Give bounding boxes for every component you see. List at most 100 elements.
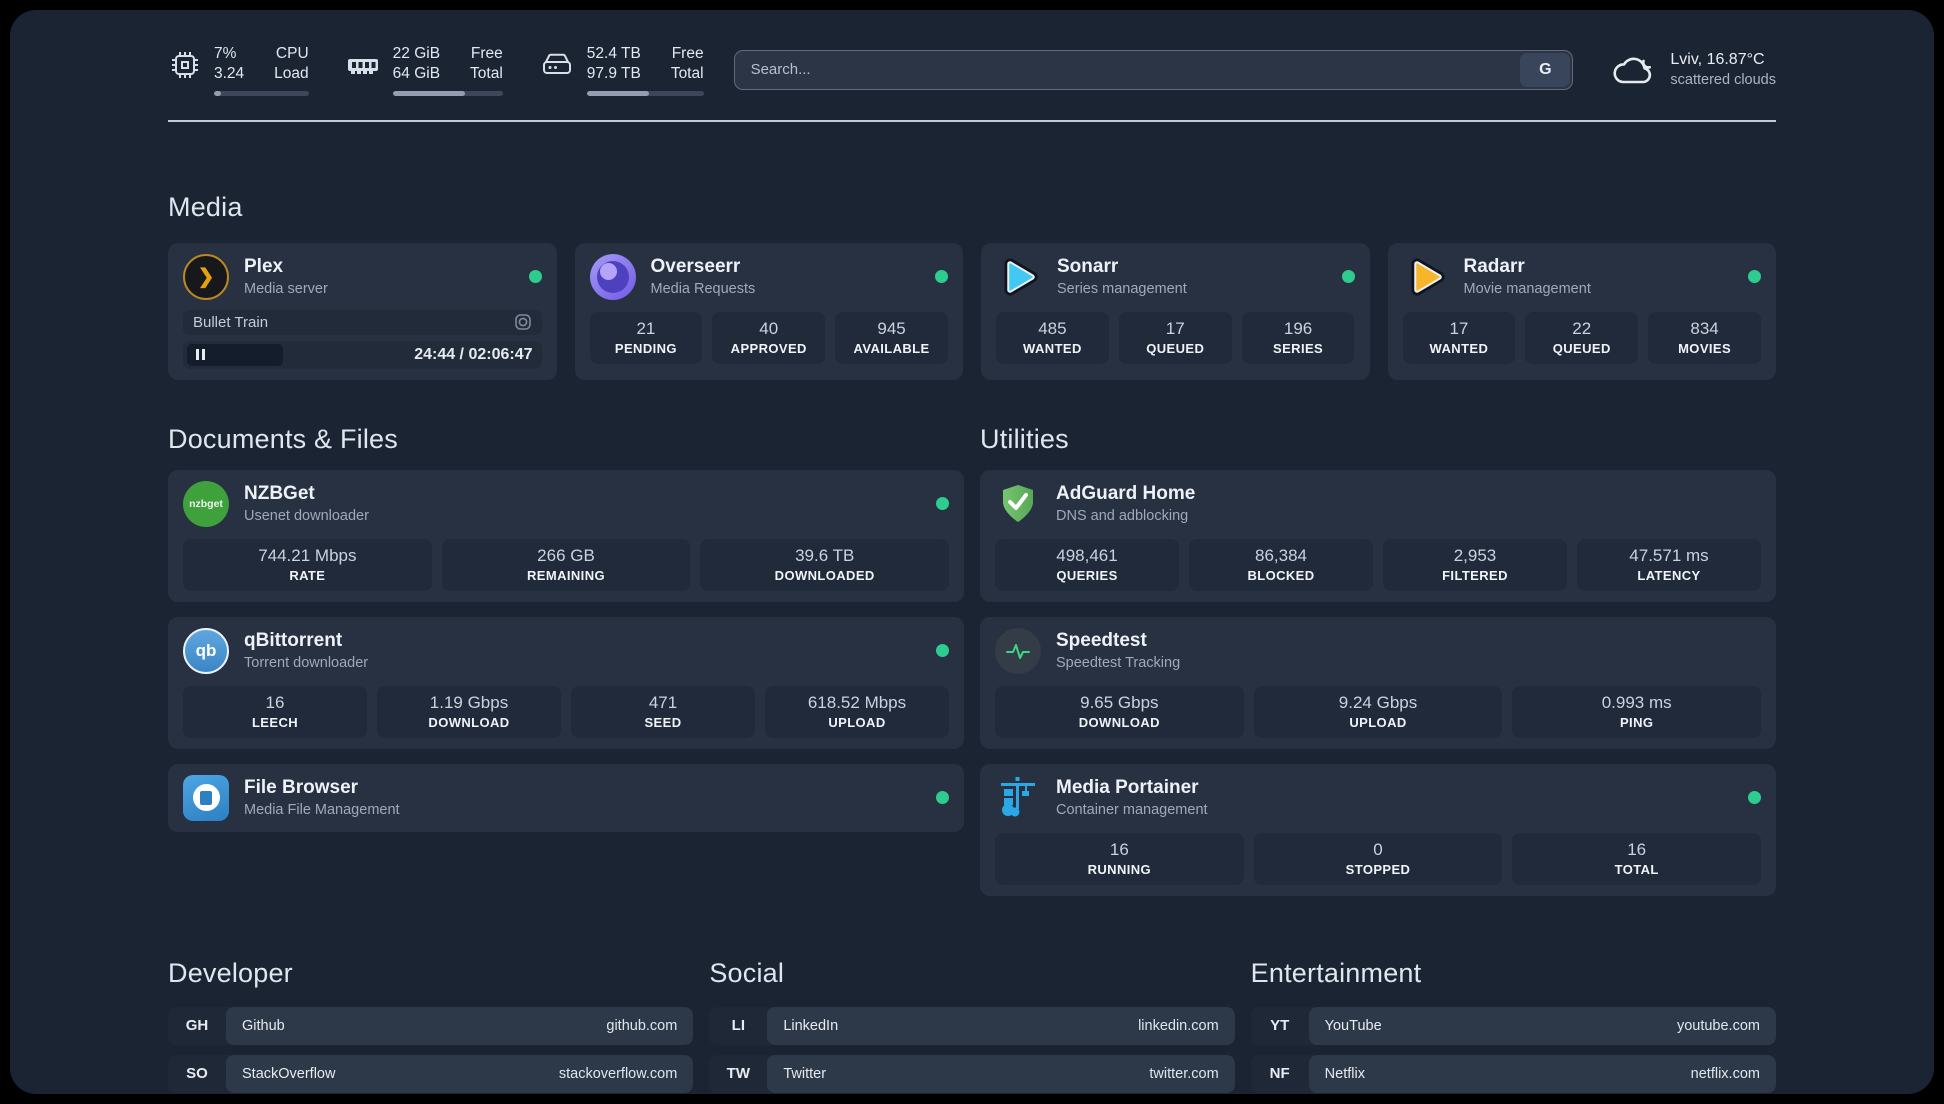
card-plex[interactable]: ❯ Plex Media server Bullet Train 24:44 /… <box>168 242 557 380</box>
app-desc: Media File Management <box>244 802 400 819</box>
ram-icon <box>347 59 378 74</box>
memory-stat: 22 GiB Free 64 GiB Total <box>345 44 503 96</box>
stat-series: 196 SERIES <box>1241 311 1355 364</box>
section-title-developer: Developer <box>168 957 293 988</box>
disk-total-label: Total <box>670 65 704 83</box>
link-youtube[interactable]: YT YouTube youtube.com <box>1250 1006 1776 1045</box>
nzbget-icon: nzbget <box>183 480 229 527</box>
card-overseerr[interactable]: Overseerr Media Requests 21 PENDING 40 APP… <box>574 242 963 380</box>
app-name: Overseerr <box>650 256 741 278</box>
memory-total-label: Total <box>470 65 503 83</box>
link-abbr-badge: NF <box>1269 1065 1290 1083</box>
cloud-icon <box>1613 57 1652 84</box>
app-desc: Series management <box>1057 281 1187 298</box>
stat-total: 16 TOTAL <box>1512 832 1762 885</box>
memory-total-value: 64 GiB <box>392 65 441 83</box>
disk-icon <box>542 53 571 74</box>
stat-remaining: 266 GB REMAINING <box>441 538 691 591</box>
section-title-documents: Documents & Files <box>168 423 398 454</box>
app-desc: Media server <box>244 281 328 298</box>
status-online-dot <box>1341 270 1355 284</box>
documents-column: Documents & Files nzbget NZBGet Usenet d… <box>168 424 964 832</box>
overseerr-icon <box>589 253 636 300</box>
search-input[interactable] <box>734 50 1519 89</box>
status-online-dot <box>936 644 949 658</box>
card-filebrowser[interactable]: File Browser Media File Management <box>168 763 964 832</box>
stat-stopped: 0 STOPPED <box>1253 832 1503 885</box>
developer-links: Developer GH Github github.com SO StackOv… <box>168 957 694 1094</box>
disk-stat: 52.4 TB Free 97.9 TB Total <box>539 44 704 96</box>
link-netflix[interactable]: NF Netflix netflix.com <box>1250 1054 1776 1093</box>
stat-running: 16 RUNNING <box>995 832 1244 885</box>
cpu-icon <box>172 52 198 78</box>
cpu-progress-bar <box>214 90 309 96</box>
status-online-dot <box>935 270 948 284</box>
stat-queries: 498,461 QUERIES <box>995 538 1179 591</box>
search-bar[interactable]: G <box>733 49 1574 90</box>
playback-time: 24:44 / 02:06:47 <box>414 345 533 363</box>
stat-rate: 744.21 Mbps RATE <box>183 538 432 591</box>
link-url: linkedin.com <box>1138 1017 1219 1034</box>
disk-progress-bar <box>586 90 704 96</box>
status-online-dot <box>1748 270 1761 284</box>
adguard-icon <box>995 481 1041 527</box>
link-name: Twitter <box>783 1065 827 1082</box>
memory-free-value: 22 GiB <box>392 45 441 62</box>
card-sonarr[interactable]: Sonarr Series management 485 WANTED 17 QUE… <box>981 242 1370 380</box>
cpu-usage-value: 7% <box>214 45 237 62</box>
weather-location-temp: Lviv, 16.87°C <box>1670 51 1765 69</box>
header-divider <box>168 119 1776 122</box>
cpu-load-value: 3.24 <box>214 65 245 83</box>
cpu-stat: 7% CPU 3.24 Load <box>168 44 309 96</box>
stat-queued: 17 QUEUED <box>1118 311 1232 364</box>
link-stackoverflow[interactable]: SO StackOverflow stackoverflow.com <box>168 1054 694 1093</box>
link-twitter[interactable]: TW Twitter twitter.com <box>709 1054 1235 1093</box>
card-adguard[interactable]: AdGuard Home DNS and adblocking 498,461 Q… <box>980 469 1776 602</box>
link-github[interactable]: GH Github github.com <box>168 1006 694 1045</box>
link-name: YouTube <box>1324 1017 1382 1034</box>
app-desc: Speedtest Tracking <box>1056 655 1181 672</box>
app-name: qBittorrent <box>244 630 343 652</box>
app-desc: Torrent downloader <box>244 655 369 672</box>
link-linkedin[interactable]: LI LinkedIn linkedin.com <box>709 1006 1235 1045</box>
memory-free-label: Free <box>470 45 503 62</box>
status-online-dot <box>936 497 949 511</box>
link-abbr-badge: LI <box>731 1017 745 1035</box>
weather-widget: Lviv, 16.87°C scattered clouds <box>1611 51 1776 88</box>
card-speedtest[interactable]: Speedtest Speedtest Tracking 9.65 Gbps DO… <box>980 616 1776 749</box>
search-engine-button[interactable]: G <box>1520 52 1571 87</box>
link-url: netflix.com <box>1690 1065 1760 1082</box>
dashboard: 7% CPU 3.24 Load 22 GiB Free 64 GiB Tota… <box>10 10 1934 1094</box>
stat-upload: 618.52 Mbps UPLOAD <box>765 685 949 738</box>
card-qbittorrent[interactable]: qb qBittorrent Torrent downloader 16 LEEC… <box>168 616 964 749</box>
utilities-column: Utilities AdGuard Home DNS and adblockin… <box>980 424 1776 896</box>
stat-upload: 9.24 Gbps UPLOAD <box>1253 685 1503 738</box>
app-name: Radarr <box>1463 256 1525 278</box>
link-abbr-badge: SO <box>186 1065 208 1083</box>
stat-download: 1.19 Gbps DOWNLOAD <box>377 685 561 738</box>
pause-button[interactable] <box>187 343 283 366</box>
memory-progress-bar <box>392 90 503 96</box>
card-nzbget[interactable]: nzbget NZBGet Usenet downloader 744.21 M… <box>168 469 964 602</box>
stat-wanted: 17 WANTED <box>1402 311 1516 364</box>
card-radarr[interactable]: Radarr Movie management 17 WANTED 22 QUEUE… <box>1387 242 1776 380</box>
stat-seed: 471 SEED <box>571 685 755 738</box>
stat-download: 9.65 Gbps DOWNLOAD <box>995 685 1244 738</box>
stat-latency: 47.571 ms LATENCY <box>1577 538 1761 591</box>
link-url: youtube.com <box>1676 1017 1760 1034</box>
social-links: Social LI LinkedIn linkedin.com TW Twitte… <box>709 958 1235 1094</box>
link-url: twitter.com <box>1149 1065 1219 1082</box>
card-portainer[interactable]: Media Portainer Container management 16 R… <box>980 763 1776 896</box>
sonarr-icon <box>996 254 1042 300</box>
weather-condition: scattered clouds <box>1670 72 1776 89</box>
top-bar: 7% CPU 3.24 Load 22 GiB Free 64 GiB Tota… <box>168 44 1776 96</box>
cpu-usage-label: CPU <box>275 45 309 62</box>
section-title-utilities: Utilities <box>980 423 1069 454</box>
app-desc: Media Requests <box>650 281 756 298</box>
stat-movies: 834 MOVIES <box>1648 311 1761 364</box>
plex-now-playing: Bullet Train 24:44 / 02:06:47 <box>183 309 542 369</box>
stat-available: 945 AVAILABLE <box>835 311 948 364</box>
app-name: Sonarr <box>1057 256 1119 278</box>
link-url: stackoverflow.com <box>558 1065 678 1082</box>
app-name: File Browser <box>244 777 359 799</box>
